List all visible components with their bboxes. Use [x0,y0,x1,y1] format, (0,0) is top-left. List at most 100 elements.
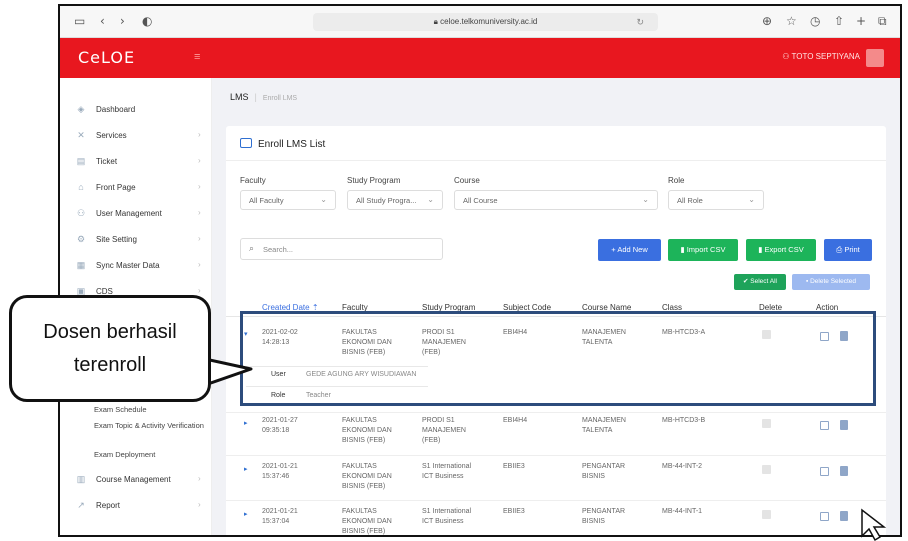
delete-checkbox[interactable] [762,510,771,519]
chevron-right-icon: › [198,130,201,139]
class-cell: MB-44-INT-2 [662,463,703,470]
sidebar-subitem-exam-topic[interactable]: Exam Topic & Activity Verification [94,420,204,431]
gear-icon: ⚙ [76,234,86,244]
sidebar-subitem-exam-schedule[interactable]: Exam Schedule [94,404,204,415]
chevron-right-icon: › [198,208,201,217]
sidebar-item-services[interactable]: ✕ Services › [60,126,212,146]
callout-bubble: Dosen berhasil terenroll [9,295,211,402]
select-all-label: Select All [750,278,777,285]
callout-line-1: Dosen berhasil [43,321,177,343]
course-icon: ▥ [76,474,86,484]
faculty-select[interactable]: All Faculty ⌄ [240,190,336,210]
role-filter-label: Role [668,176,685,185]
services-icon: ✕ [77,130,85,140]
tabs-overview-icon[interactable]: ⧉ [878,14,887,29]
divider [226,160,886,161]
expand-caret-icon[interactable]: ▸ [244,510,248,518]
role-select[interactable]: All Role ⌄ [668,190,764,210]
sidebar-item-site-setting[interactable]: ⚙ Site Setting › [60,230,212,250]
print-label: Print [844,245,860,254]
subject-code-cell: EBIIE3 [503,463,525,470]
add-new-button[interactable]: + Add New [598,239,661,261]
add-new-label: Add New [617,245,648,254]
user-name[interactable]: ⚇ TOTO SEPTIYANA [782,52,860,61]
edit-icon[interactable] [820,421,829,430]
breadcrumb-root[interactable]: LMS [230,92,249,102]
home-icon: ⌂ [78,182,84,192]
trash-icon[interactable] [840,466,848,476]
sidebar-item-front-page[interactable]: ⌂ Front Page › [60,178,212,198]
new-tab-icon[interactable]: + [856,14,866,28]
subject-code-cell: EBIIE3 [503,508,525,515]
print-button[interactable]: ⎙ Print [824,239,872,261]
role-select-value: All Role [677,196,703,205]
study-program-cell: S1 International ICT Business [422,463,472,480]
edit-icon[interactable] [820,512,829,521]
chevron-down-icon: ⌄ [748,195,755,204]
delete-checkbox[interactable] [762,465,771,474]
study-program-select[interactable]: All Study Progra... ⌄ [347,190,443,210]
page-title-text: Enroll LMS List [258,139,326,150]
search-placeholder: Search... [263,245,294,254]
mouse-cursor-icon [861,508,887,541]
dashboard-icon: ◈ [77,104,85,114]
callout-text: Dosen berhasil terenroll [12,316,208,382]
page-title: Enroll LMS List [240,138,325,150]
menu-toggle-icon[interactable]: ≡ [194,51,200,63]
trash-icon[interactable] [840,420,848,430]
chevron-down-icon: ⌄ [427,195,434,204]
course-name-cell: MANAJEMEN TALENTA [582,417,626,434]
download-icon[interactable]: ⊕ [762,14,772,28]
sidebar-item-ticket[interactable]: ▤ Ticket › [60,152,212,172]
sidebar-subitem-exam-deployment[interactable]: Exam Deployment [94,449,204,460]
sidebar-item-label: Services [96,131,127,140]
delete-selected-button[interactable]: ▪ Delete Selected [792,274,870,290]
sidebar-item-sync-master-data[interactable]: ▦ Sync Master Data › [60,256,212,276]
import-csv-label: Import CSV [686,245,726,254]
search-input[interactable]: ⌕ Search... [240,238,443,260]
chart-icon: ↗ [77,500,85,510]
sidebar-toggle-icon[interactable]: ▭ [74,14,85,28]
browser-toolbar: ▭ ‹ › ◐ 🔒︎ celoe.telkomuniversity.ac.id … [60,6,900,38]
address-bar[interactable]: 🔒︎ celoe.telkomuniversity.ac.id ↻ [313,13,658,31]
expand-caret-icon[interactable]: ▸ [244,419,248,427]
export-csv-label: Export CSV [764,245,804,254]
divider [226,455,886,456]
bookmark-star-icon[interactable]: ☆ [786,14,797,28]
import-csv-button[interactable]: ▮ Import CSV [668,239,738,261]
trash-icon[interactable] [840,511,848,521]
forward-icon[interactable]: › [120,14,125,28]
study-program-filter-label: Study Program [347,176,401,185]
edit-icon[interactable] [820,467,829,476]
export-csv-button[interactable]: ▮ Export CSV [746,239,816,261]
share-icon[interactable]: ⇧ [834,14,844,28]
back-icon[interactable]: ‹ [100,14,105,28]
shield-icon[interactable]: ◐ [142,14,152,28]
chevron-right-icon: › [198,260,201,269]
avatar[interactable] [866,49,884,67]
delete-checkbox[interactable] [762,419,771,428]
chevron-down-icon: ⌄ [642,195,649,204]
callout-pointer [205,357,253,387]
sidebar-item-user-management[interactable]: ⚇ User Management › [60,204,212,224]
select-all-button[interactable]: ✔ Select All [734,274,786,290]
divider [226,500,886,501]
enroll-list-icon [240,138,252,148]
chevron-right-icon: › [198,182,201,191]
sidebar-item-dashboard[interactable]: ◈ Dashboard [60,100,212,120]
breadcrumb-current: Enroll LMS [262,95,298,102]
sidebar-item-course-management[interactable]: ▥ Course Management › [60,470,212,490]
chevron-down-icon: ⌄ [320,195,327,204]
history-icon[interactable]: ◷ [810,14,820,28]
chevron-right-icon: › [198,234,201,243]
course-select[interactable]: All Course ⌄ [454,190,658,210]
sidebar-item-report[interactable]: ↗ Report › [60,496,212,516]
chevron-right-icon: › [198,286,201,295]
expand-caret-icon[interactable]: ▸ [244,465,248,473]
study-program-select-value: All Study Progra... [356,196,417,205]
sidebar-item-label: Front Page [96,183,136,192]
sidebar-item-label: Ticket [96,157,118,166]
reload-icon[interactable]: ↻ [636,13,644,31]
app-logo[interactable]: CeLOE [78,48,135,67]
sidebar-item-label: Site Setting [96,235,137,244]
